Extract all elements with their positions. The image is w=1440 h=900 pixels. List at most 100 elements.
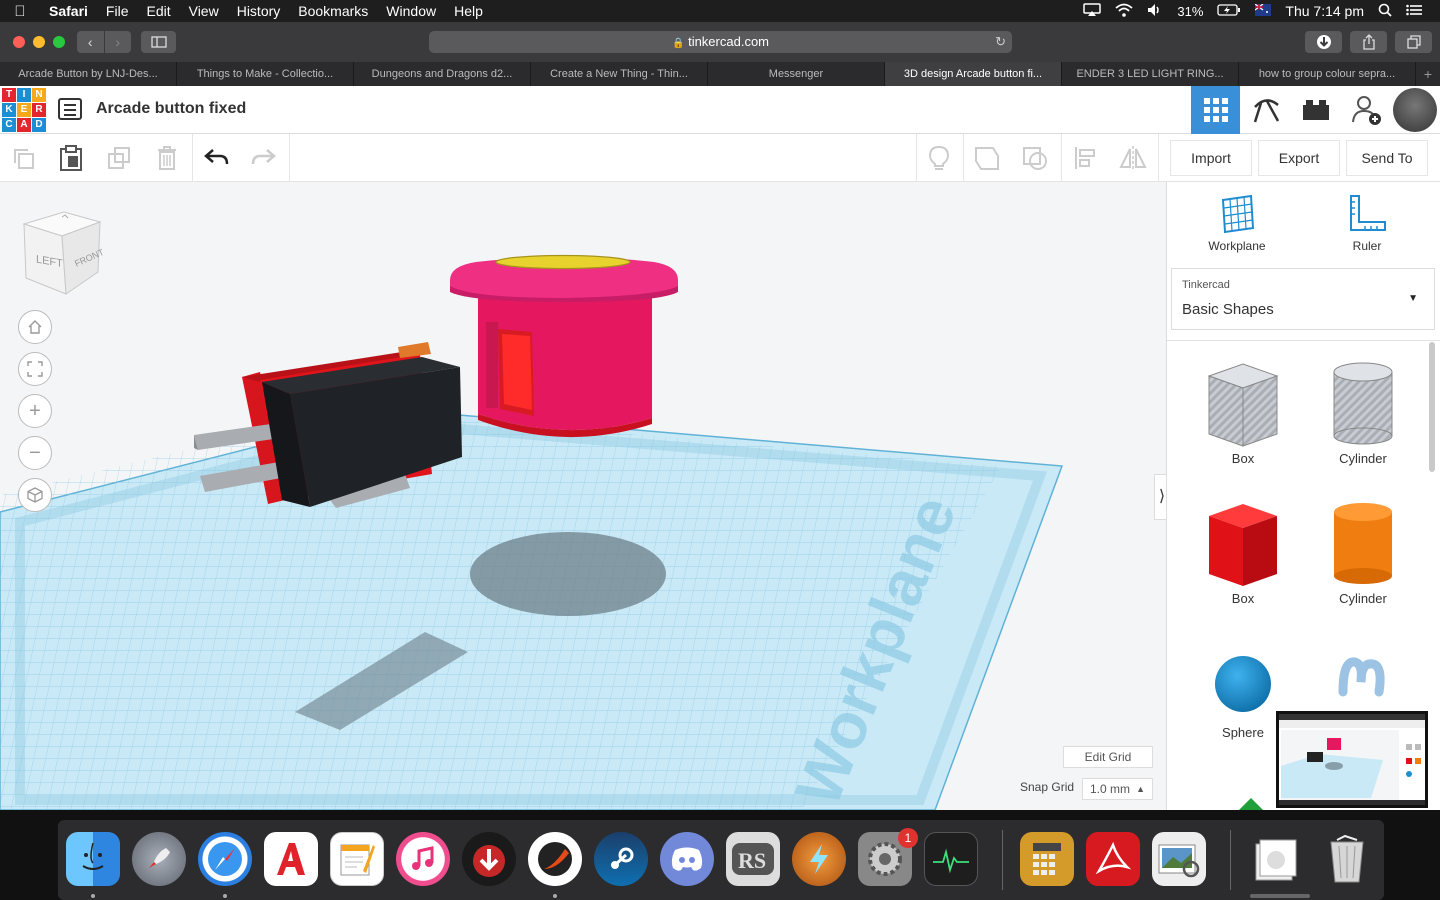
sidebar-toggle-button[interactable] (141, 31, 176, 53)
menu-view[interactable]: View (180, 3, 228, 19)
minimize-window-button[interactable] (33, 36, 45, 48)
menu-file[interactable]: File (97, 3, 138, 19)
share-button[interactable] (1350, 31, 1387, 53)
tabs-overview-button[interactable] (1395, 31, 1432, 53)
fit-view-icon[interactable] (18, 352, 52, 386)
arcade-button-model[interactable] (450, 254, 678, 438)
airplay-icon[interactable] (1083, 2, 1102, 20)
clock[interactable]: Thu 7:14 pm (1285, 3, 1364, 19)
redo-icon[interactable] (240, 134, 286, 182)
close-window-button[interactable] (13, 36, 25, 48)
downie-icon[interactable] (462, 832, 516, 886)
menu-bookmarks[interactable]: Bookmarks (289, 3, 377, 19)
paste-icon[interactable] (48, 134, 94, 182)
steam-icon[interactable] (594, 832, 648, 886)
reload-icon[interactable]: ↻ (995, 31, 1006, 53)
menu-app[interactable]: Safari (40, 3, 97, 19)
browser-tab[interactable]: Arcade Button by LNJ-Des... (0, 62, 177, 86)
back-button[interactable]: ‹ (77, 31, 104, 53)
shape-library-select[interactable]: Tinkercad Basic Shapes ▼ (1171, 268, 1435, 330)
calculator-icon[interactable] (1020, 832, 1074, 886)
duplicate-icon[interactable] (96, 134, 142, 182)
user-avatar[interactable] (1393, 88, 1437, 132)
finder-icon[interactable] (66, 832, 120, 886)
preview-icon[interactable] (1152, 832, 1206, 886)
ruler-tool[interactable]: Ruler (1317, 194, 1417, 253)
group-icon[interactable] (964, 134, 1010, 182)
runescape-icon[interactable]: RS (726, 832, 780, 886)
wifi-icon[interactable] (1115, 3, 1133, 20)
menu-window[interactable]: Window (377, 3, 445, 19)
notification-center-icon[interactable] (1406, 4, 1422, 19)
home-view-icon[interactable] (18, 310, 52, 344)
forward-button[interactable]: › (103, 31, 132, 53)
menu-history[interactable]: History (228, 3, 290, 19)
copy-icon[interactable] (0, 134, 46, 182)
browser-tab[interactable]: Messenger (708, 62, 885, 86)
workplane-tool[interactable]: Workplane (1187, 194, 1287, 253)
workplane-scene[interactable]: Workplane (0, 182, 1166, 810)
view-cube[interactable]: LEFT FRONT (22, 210, 106, 296)
edit-grid-button[interactable]: Edit Grid (1063, 746, 1153, 768)
slicer-icon[interactable] (528, 832, 582, 886)
address-bar[interactable]: 🔒 tinkercad.com ↻ (429, 31, 1012, 53)
activity-monitor-icon[interactable] (924, 832, 978, 886)
new-tab-button[interactable]: + (1416, 62, 1440, 86)
send-to-button[interactable]: Send To (1346, 140, 1428, 176)
shape-cylinder-solid[interactable]: Cylinder (1303, 498, 1423, 606)
pages-icon[interactable] (330, 832, 384, 886)
scroll-bar[interactable] (1429, 342, 1435, 472)
mirror-icon[interactable] (1110, 134, 1156, 182)
perspective-toggle-icon[interactable] (18, 478, 52, 512)
delete-icon[interactable] (144, 134, 190, 182)
shape-cylinder-hole[interactable]: Cylinder (1303, 358, 1423, 466)
toolbar-divider (289, 134, 290, 182)
menu-bar:  Safari File Edit View History Bookmark… (0, 0, 1440, 22)
zoom-in-icon[interactable]: + (18, 394, 52, 428)
design-title[interactable]: Arcade button fixed (96, 100, 246, 118)
itunes-icon[interactable] (396, 832, 450, 886)
reeder-icon[interactable] (792, 832, 846, 886)
zoom-out-icon[interactable]: − (18, 436, 52, 470)
safari-icon[interactable] (198, 832, 252, 886)
shape-scribble[interactable] (1303, 652, 1423, 715)
bricks-view-icon[interactable] (1291, 86, 1340, 134)
acrobat-icon[interactable] (1086, 832, 1140, 886)
trash-icon[interactable] (1320, 832, 1374, 886)
menu-edit[interactable]: Edit (137, 3, 179, 19)
3d-workspace[interactable]: Workplane LEFT FRONT + − Edit Grid Snap … (0, 182, 1166, 810)
3d-view-button[interactable] (1191, 86, 1240, 134)
undo-icon[interactable] (194, 134, 240, 182)
snap-grid-select[interactable]: 1.0 mm ▲ (1082, 778, 1153, 800)
shape-box-solid[interactable]: Box (1183, 498, 1303, 606)
menu-help[interactable]: Help (445, 3, 492, 19)
battery-icon[interactable] (1217, 3, 1241, 19)
downloads-button[interactable] (1305, 31, 1342, 53)
screenshot-thumbnail[interactable] (1276, 711, 1428, 808)
zoom-window-button[interactable] (53, 36, 65, 48)
shape-box-hole[interactable]: Box (1183, 358, 1303, 466)
documents-stack-icon[interactable] (1248, 832, 1302, 886)
design-menu-icon[interactable] (58, 98, 82, 120)
discord-icon[interactable] (660, 832, 714, 886)
volume-icon[interactable] (1147, 3, 1163, 20)
browser-tab[interactable]: ENDER 3 LED LIGHT RING... (1062, 62, 1239, 86)
add-user-icon[interactable] (1341, 86, 1390, 134)
import-button[interactable]: Import (1170, 140, 1252, 176)
browser-tab[interactable]: how to group colour sepra... (1239, 62, 1416, 86)
spotlight-icon[interactable] (1378, 3, 1392, 20)
tinkercad-logo[interactable]: T I N K E R C A D (2, 88, 46, 132)
blocks-view-icon[interactable] (1241, 86, 1290, 134)
launchpad-icon[interactable] (132, 832, 186, 886)
browser-tab-active[interactable]: 3D design Arcade button fi... (885, 62, 1062, 86)
export-button[interactable]: Export (1258, 140, 1340, 176)
browser-tab[interactable]: Dungeons and Dragons d2... (354, 62, 531, 86)
autocad-icon[interactable] (264, 832, 318, 886)
ungroup-icon[interactable] (1012, 134, 1058, 182)
flag-icon[interactable] (1255, 3, 1272, 19)
notes-lightbulb-icon[interactable] (916, 134, 962, 182)
browser-tab[interactable]: Things to Make - Collectio... (177, 62, 354, 86)
browser-tab[interactable]: Create a New Thing - Thin... (531, 62, 708, 86)
apple-icon[interactable]:  (0, 3, 40, 20)
align-icon[interactable] (1062, 134, 1108, 182)
